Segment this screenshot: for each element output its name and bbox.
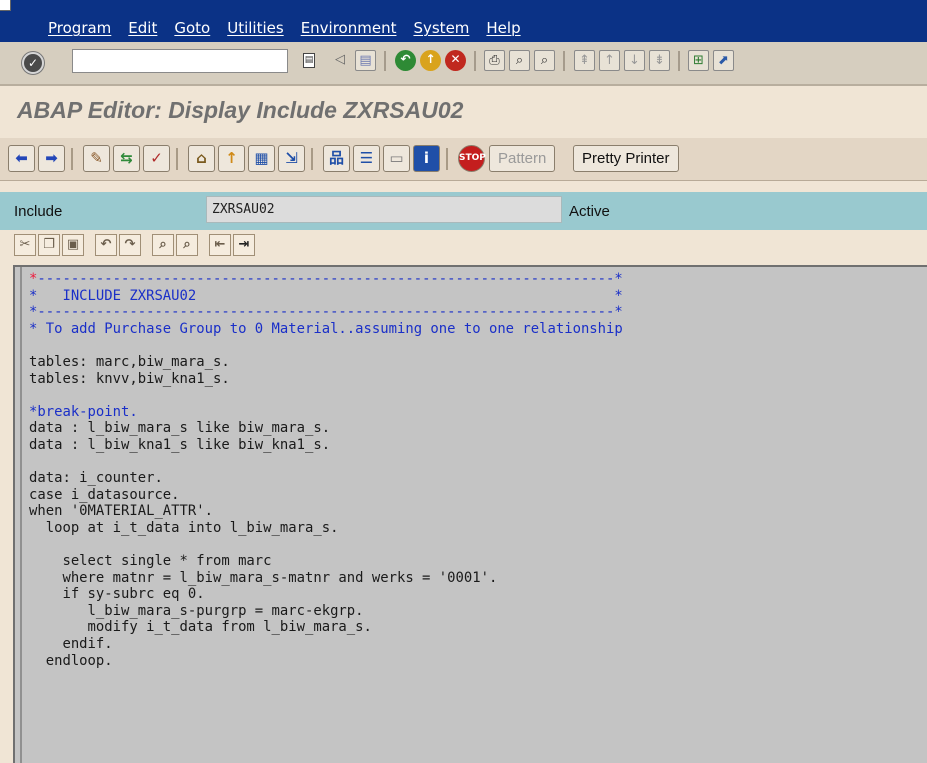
source-code[interactable]: *---------------------------------------… — [29, 271, 623, 669]
menu-bar: Program Edit Goto Utilities Environment … — [0, 0, 927, 42]
cut-icon[interactable]: ✂ — [14, 234, 36, 256]
back-arrow-icon[interactable]: ⬅ — [8, 145, 35, 172]
menu-system[interactable]: System — [413, 19, 469, 37]
toolbar-separator — [563, 51, 565, 71]
paste-icon[interactable]: ▣ — [62, 234, 84, 256]
command-history-icon[interactable]: ▤ — [303, 53, 315, 68]
insert-block-icon[interactable]: ⇤ — [209, 234, 231, 256]
menu-help[interactable]: Help — [486, 19, 520, 37]
test-icon[interactable]: ▦ — [248, 145, 275, 172]
forward-arrow-icon[interactable]: ➡ — [38, 145, 65, 172]
window-system-menu-icon[interactable] — [0, 0, 11, 11]
code-line: * INCLUDE ZXRSAU02 * — [29, 287, 623, 304]
cancel-icon[interactable]: ✕ — [445, 50, 466, 71]
code-line: tables: marc,biw_mara_s. — [29, 353, 230, 370]
toolbar-separator — [176, 148, 178, 170]
display-object-list-icon[interactable]: ☰ — [353, 145, 380, 172]
hierarchy-icon[interactable]: 品 — [323, 145, 350, 172]
create-session-icon[interactable]: ⊞ — [688, 50, 709, 71]
exit-icon[interactable]: ↑ — [420, 50, 441, 71]
find-icon[interactable]: ⌕ — [509, 50, 530, 71]
pattern-button[interactable]: Pattern — [489, 145, 556, 172]
code-line: endif. — [29, 636, 113, 653]
fullscreen-icon[interactable]: ▭ — [383, 145, 410, 172]
menu-goto[interactable]: Goto — [174, 19, 210, 37]
code-line: loop at i_t_data into l_biw_mara_s. — [29, 519, 339, 536]
code-line: modify i_t_data from l_biw_mara_s. — [29, 619, 372, 636]
copy-icon[interactable]: ❐ — [38, 234, 60, 256]
collapse-left-icon[interactable]: ◁ — [331, 50, 349, 71]
back-icon[interactable]: ↶ — [395, 50, 416, 71]
enter-check-icon[interactable]: ✓ — [22, 52, 44, 74]
where-used-icon[interactable]: ↑ — [218, 145, 245, 172]
redo-icon[interactable]: ↷ — [119, 234, 141, 256]
code-line: *break-point. — [29, 403, 138, 420]
breakpoint-stop-icon[interactable]: STOP — [458, 145, 486, 172]
toolbar-separator — [311, 148, 313, 170]
code-line: l_biw_mara_s-purgrp = marc-ekgrp. — [29, 602, 364, 619]
include-status: Active — [569, 203, 610, 220]
find-next-icon[interactable]: ⌕ — [176, 234, 198, 256]
code-line: case i_datasource. — [29, 486, 180, 503]
info-icon[interactable]: i — [413, 145, 440, 172]
upload-icon[interactable]: ⇥ — [233, 234, 255, 256]
code-line: data: i_counter. — [29, 470, 163, 487]
code-line: *---------------------------------------… — [29, 271, 623, 287]
menu-edit[interactable]: Edit — [128, 19, 157, 37]
find-icon[interactable]: ⌕ — [152, 234, 174, 256]
code-line: when '0MATERIAL_ATTR'. — [29, 503, 213, 520]
previous-page-icon[interactable]: ↑ — [599, 50, 620, 71]
editor-margin-line — [20, 267, 22, 763]
last-page-icon[interactable]: ⇟ — [649, 50, 670, 71]
code-line: select single * from marc — [29, 553, 272, 570]
code-line: data : l_biw_kna1_s like biw_kna1_s. — [29, 436, 331, 453]
code-line: where matnr = l_biw_mara_s-matnr and wer… — [29, 569, 498, 586]
display-change-icon[interactable]: ✎ — [83, 145, 110, 172]
code-line: endloop. — [29, 652, 113, 669]
other-object-icon[interactable]: ⇆ — [113, 145, 140, 172]
include-label: Include — [14, 203, 63, 220]
undo-icon[interactable]: ↶ — [95, 234, 117, 256]
toolbar-separator — [474, 51, 476, 71]
toolbar-separator — [384, 51, 386, 71]
menu-environment[interactable]: Environment — [301, 19, 397, 37]
include-name-field: ZXRSAU02 — [206, 196, 562, 223]
pretty-printer-button[interactable]: Pretty Printer — [573, 145, 679, 172]
save-icon[interactable]: ▤ — [355, 50, 376, 71]
activate-icon[interactable]: ⌂ — [188, 145, 215, 172]
code-line: tables: knvv,biw_kna1_s. — [29, 370, 230, 387]
page-title: ABAP Editor: Display Include ZXRSAU02 — [17, 97, 464, 123]
toolbar-separator — [446, 148, 448, 170]
toolbar-separator — [678, 51, 680, 71]
code-line: * To add Purchase Group to 0 Material..a… — [29, 320, 623, 337]
code-line: if sy-subrc eq 0. — [29, 586, 205, 603]
first-page-icon[interactable]: ⇞ — [574, 50, 595, 71]
menu-utilities[interactable]: Utilities — [227, 19, 283, 37]
code-editor[interactable]: *---------------------------------------… — [13, 265, 927, 763]
code-line: data : l_biw_mara_s like biw_mara_s. — [29, 420, 331, 437]
check-icon[interactable]: ✓ — [143, 145, 170, 172]
shortcut-icon[interactable]: ⬈ — [713, 50, 734, 71]
code-line: *---------------------------------------… — [29, 304, 623, 321]
menu-program[interactable]: Program — [48, 19, 111, 37]
print-icon[interactable]: ⎙ — [484, 50, 505, 71]
toolbar-separator — [71, 148, 73, 170]
next-page-icon[interactable]: ↓ — [624, 50, 645, 71]
object-list-icon[interactable]: ⇲ — [278, 145, 305, 172]
command-field[interactable] — [72, 49, 288, 73]
find-next-icon[interactable]: ⌕ — [534, 50, 555, 71]
